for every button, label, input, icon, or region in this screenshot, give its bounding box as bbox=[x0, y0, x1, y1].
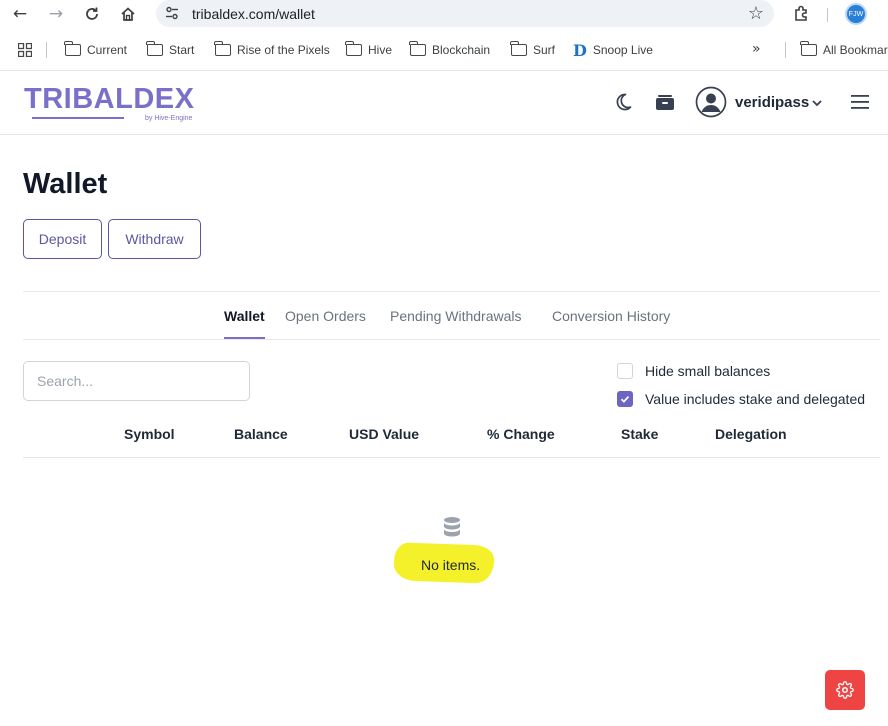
address-bar[interactable]: tribaldex.com/wallet ☆ bbox=[156, 0, 774, 27]
tab-open-orders[interactable]: Open Orders bbox=[285, 308, 366, 324]
bookmark-snoop-live[interactable]: D Snoop Live bbox=[573, 40, 653, 60]
active-tab-indicator bbox=[224, 337, 265, 339]
bookmark-label: Snoop Live bbox=[592, 43, 653, 57]
checkmark-icon bbox=[620, 395, 630, 403]
back-icon[interactable]: ← bbox=[8, 2, 32, 26]
checkbox-label: Value includes stake and delegated bbox=[645, 391, 866, 407]
reload-icon[interactable] bbox=[80, 2, 104, 26]
bookmark-start[interactable]: Start bbox=[146, 41, 195, 59]
folder-icon bbox=[64, 41, 81, 56]
bookmark-surf[interactable]: Surf bbox=[510, 41, 556, 59]
tab-conversion-history[interactable]: Conversion History bbox=[552, 308, 670, 324]
chevron-down-icon[interactable] bbox=[811, 97, 823, 109]
app-header: TRIBALDEX by Hive-Engine veridipass bbox=[0, 71, 888, 135]
include-stake-option[interactable]: Value includes stake and delegated bbox=[617, 390, 865, 408]
section-divider bbox=[23, 291, 880, 292]
empty-state-text: No items. bbox=[421, 557, 481, 573]
folder-icon bbox=[345, 41, 362, 56]
column-stake[interactable]: Stake bbox=[621, 426, 658, 442]
column-percent-change[interactable]: % Change bbox=[487, 426, 555, 442]
menu-icon[interactable] bbox=[851, 95, 869, 109]
bookmark-rise-of-the-pixels[interactable]: Rise of the Pixels bbox=[214, 41, 330, 59]
page-title: Wallet bbox=[23, 168, 108, 200]
bookmark-label: Rise of the Pixels bbox=[237, 43, 330, 57]
column-symbol[interactable]: Symbol bbox=[124, 426, 175, 442]
wallet-icon[interactable] bbox=[654, 91, 676, 113]
logo-text: TRIBALDEX bbox=[24, 83, 195, 115]
folder-icon bbox=[510, 41, 527, 56]
bookmark-label: Start bbox=[169, 43, 195, 57]
checkbox-label: Hide small balances bbox=[645, 363, 771, 379]
apps-grid-icon[interactable] bbox=[18, 43, 32, 57]
url-text: tribaldex.com/wallet bbox=[192, 6, 315, 22]
bookmark-all-bookmarks[interactable]: All Bookmarks bbox=[800, 41, 888, 59]
toolbar-separator bbox=[827, 8, 828, 22]
bookmark-blockchain[interactable]: Blockchain bbox=[409, 41, 491, 59]
tab-wallet[interactable]: Wallet bbox=[224, 308, 265, 324]
bookmark-star-icon[interactable]: ☆ bbox=[748, 3, 764, 24]
home-icon[interactable] bbox=[116, 2, 140, 26]
logo-subtitle: by Hive-Engine bbox=[144, 115, 193, 122]
gear-icon bbox=[836, 681, 854, 699]
profile-avatar[interactable]: FJW bbox=[845, 3, 867, 25]
folder-icon bbox=[800, 41, 817, 56]
logo-underline bbox=[32, 117, 124, 119]
folder-icon bbox=[409, 41, 426, 56]
column-delegation[interactable]: Delegation bbox=[715, 426, 787, 442]
database-icon bbox=[444, 517, 460, 537]
tribaldex-logo[interactable]: TRIBALDEX by Hive-Engine bbox=[24, 83, 195, 123]
folder-icon bbox=[146, 41, 163, 56]
wallet-tabs: Wallet Open Orders Pending Withdrawals C… bbox=[23, 300, 880, 340]
column-usd-value[interactable]: USD Value bbox=[349, 426, 419, 442]
extensions-icon[interactable] bbox=[792, 4, 812, 24]
withdraw-button[interactable]: Withdraw bbox=[108, 219, 201, 259]
settings-button[interactable] bbox=[825, 670, 865, 710]
bookmark-label: All Bookmarks bbox=[823, 43, 888, 57]
hide-small-balances-option[interactable]: Hide small balances bbox=[617, 362, 770, 380]
bookmark-hive[interactable]: Hive bbox=[345, 41, 393, 59]
bookmark-label: Blockchain bbox=[432, 43, 491, 57]
bookmark-label: Hive bbox=[368, 43, 393, 57]
folder-icon bbox=[214, 41, 231, 56]
tab-pending-withdrawals[interactable]: Pending Withdrawals bbox=[390, 308, 522, 324]
user-avatar-icon[interactable] bbox=[695, 86, 727, 118]
bookmark-label: Current bbox=[87, 43, 128, 57]
bookmarks-divider bbox=[785, 42, 786, 58]
bookmarks-bar: Current Start Rise of the Pixels Hive Bl… bbox=[0, 36, 888, 64]
browser-toolbar: ← → tribaldex.com/wallet ☆ FJW bbox=[0, 0, 888, 28]
forward-icon[interactable]: → bbox=[44, 2, 68, 26]
site-settings-icon[interactable] bbox=[164, 5, 180, 21]
include-stake-checkbox[interactable] bbox=[617, 391, 633, 407]
snoop-logo-icon: D bbox=[573, 40, 587, 60]
bookmark-current[interactable]: Current bbox=[64, 41, 128, 59]
bookmark-label: Surf bbox=[533, 43, 556, 57]
moon-icon[interactable] bbox=[612, 91, 634, 113]
search-input[interactable] bbox=[23, 361, 250, 401]
table-header: Symbol Balance USD Value % Change Stake … bbox=[23, 420, 880, 458]
profile-badge-text: FJW bbox=[848, 10, 864, 18]
bookmarks-overflow-icon[interactable]: » bbox=[752, 41, 761, 57]
deposit-button[interactable]: Deposit bbox=[23, 219, 102, 259]
column-balance[interactable]: Balance bbox=[234, 426, 288, 442]
hide-small-balances-checkbox[interactable] bbox=[617, 363, 633, 379]
bookmarks-divider bbox=[46, 42, 47, 58]
username[interactable]: veridipass bbox=[735, 94, 809, 111]
